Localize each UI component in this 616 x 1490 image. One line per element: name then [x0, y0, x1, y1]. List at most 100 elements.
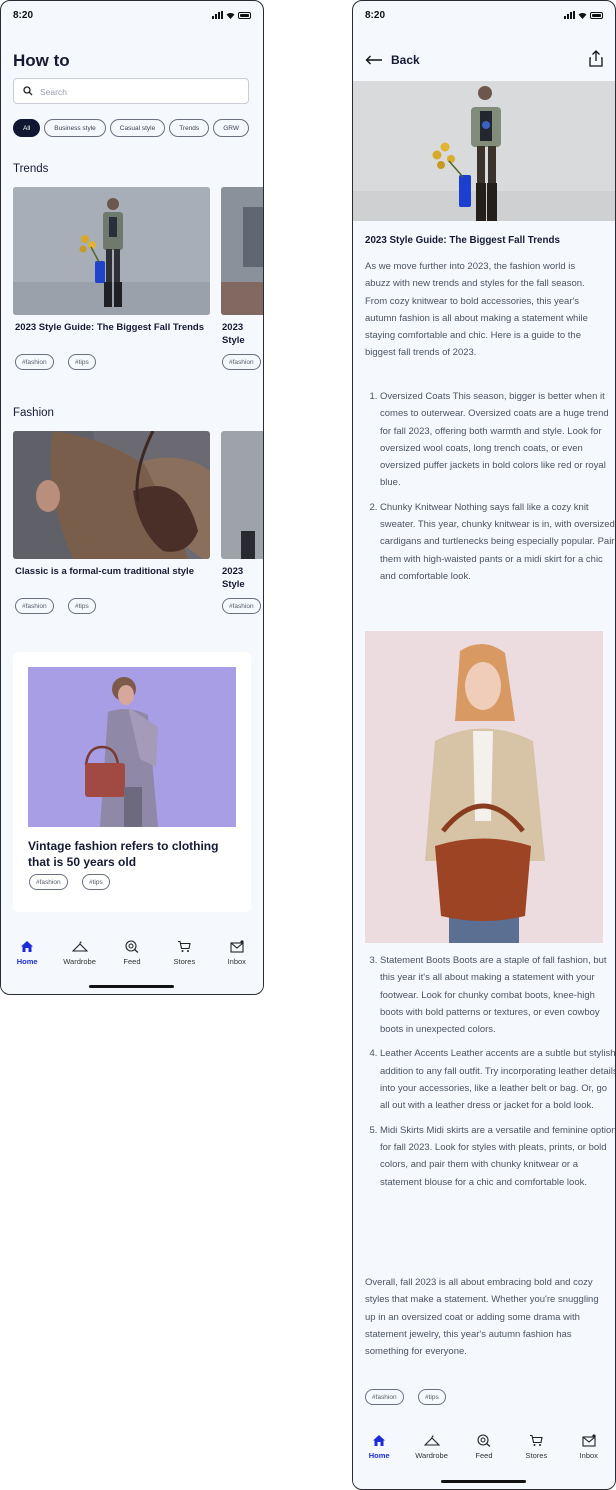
- bottom-nav: Home Wardrobe Feed Stores Inbox: [1, 932, 263, 992]
- trend-list-1: Oversized Coats This season, bigger is b…: [365, 388, 615, 592]
- wifi-icon: [226, 13, 235, 19]
- nav-wardrobe[interactable]: Wardrobe: [55, 932, 105, 992]
- status-bar: 8:20: [353, 1, 615, 31]
- hanger-icon: [423, 1435, 440, 1446]
- list-item: Statement Boots Boots are a staple of fa…: [380, 952, 615, 1038]
- back-label: Back: [391, 53, 420, 67]
- tag-fashion[interactable]: #fashion: [222, 598, 261, 614]
- article-outro: Overall, fall 2023 is all about embracin…: [365, 1277, 599, 1358]
- search-input[interactable]: [38, 83, 242, 101]
- boots-photo-partial: [221, 431, 263, 559]
- nav-feed-label: Feed: [475, 1451, 493, 1460]
- tag-fashion[interactable]: #fashion: [29, 874, 68, 890]
- tag-tips[interactable]: #tips: [82, 874, 110, 890]
- home-indicator: [441, 1480, 526, 1483]
- wifi-icon: [578, 13, 587, 19]
- section-heading-fashion: Fashion: [13, 407, 54, 419]
- nav-feed[interactable]: Feed: [459, 1426, 509, 1486]
- tag-tips[interactable]: #tips: [68, 598, 96, 614]
- coat-and-bag-photo: [13, 431, 210, 559]
- tag-tips[interactable]: #tips: [68, 354, 96, 370]
- trend-card-title-2[interactable]: 2023 Style Guide: The Biggest Fall Trend…: [222, 322, 263, 348]
- list-item: Chunky Knitwear Nothing says fall like a…: [380, 499, 615, 585]
- filter-chips: All Business style Casual style Trends G…: [13, 119, 249, 137]
- battery-icon: [590, 12, 603, 19]
- model-photo-partial: [221, 187, 263, 315]
- nav-home-label: Home: [16, 957, 38, 966]
- article-inline-image: [365, 631, 603, 943]
- home-icon: [21, 941, 34, 952]
- feed-icon: [125, 940, 139, 953]
- model-with-handbag-photo: [365, 631, 603, 943]
- inbox-icon: [582, 1434, 596, 1447]
- fashion-card-image-2[interactable]: [221, 431, 263, 559]
- tag-fashion[interactable]: #fashion: [15, 354, 54, 370]
- nav-stores-label: Stores: [173, 957, 196, 966]
- nav-inbox[interactable]: Inbox: [212, 932, 262, 992]
- nav-wardrobe[interactable]: Wardrobe: [407, 1426, 457, 1486]
- trend-list-2: Statement Boots Boots are a staple of fa…: [365, 952, 615, 1198]
- signal-icon: [212, 11, 223, 19]
- nav-home-label: Home: [368, 1451, 390, 1460]
- list-item: Leather Accents Leather accents are a su…: [380, 1045, 615, 1114]
- search-icon: [23, 86, 33, 96]
- chip-casual-style[interactable]: Casual style: [109, 119, 166, 137]
- list-item: Midi Skirts Midi skirts are a versatile …: [380, 1122, 615, 1191]
- nav-stores[interactable]: Stores: [511, 1426, 561, 1486]
- inbox-icon: [230, 940, 244, 953]
- hanger-icon: [71, 941, 88, 952]
- nav-wardrobe-label: Wardrobe: [63, 957, 96, 966]
- fashion-card-title[interactable]: Classic is a formal-cum traditional styl…: [15, 566, 210, 579]
- nav-inbox[interactable]: Inbox: [564, 1426, 614, 1486]
- home-indicator: [89, 985, 174, 988]
- chip-all[interactable]: All: [13, 119, 41, 137]
- chip-grw[interactable]: GRW: [213, 119, 249, 137]
- section-heading-trends: Trends: [13, 163, 49, 175]
- nav-home[interactable]: Home: [2, 932, 52, 992]
- status-bar: 8:20: [1, 1, 263, 31]
- nav-wardrobe-label: Wardrobe: [415, 1451, 448, 1460]
- trend-card-title[interactable]: 2023 Style Guide: The Biggest Fall Trend…: [15, 322, 205, 335]
- feature-card-title[interactable]: Vintage fashion refers to clothing that …: [28, 839, 243, 870]
- bottom-nav: Home Wardrobe Feed Stores Inbox: [353, 1426, 615, 1486]
- tag-fashion[interactable]: #fashion: [15, 598, 54, 614]
- chip-trends[interactable]: Trends: [169, 119, 210, 137]
- phone-screen-article: 8:20 Back 2023 Style Guide: The Biggest …: [352, 0, 616, 1490]
- chip-business-style[interactable]: Business style: [44, 119, 106, 137]
- status-time: 8:20: [365, 10, 386, 21]
- trend-card-image-2[interactable]: [221, 187, 263, 315]
- article-intro: As we move further into 2023, the fashio…: [365, 261, 588, 359]
- nav-home[interactable]: Home: [354, 1426, 404, 1486]
- article-title: 2023 Style Guide: The Biggest Fall Trend…: [365, 235, 560, 246]
- back-button[interactable]: Back: [365, 53, 420, 67]
- tag-fashion[interactable]: #fashion: [365, 1389, 404, 1405]
- list-item: Oversized Coats This season, bigger is b…: [380, 388, 615, 492]
- nav-inbox-label: Inbox: [579, 1451, 598, 1460]
- model-with-sunflowers-photo: [353, 81, 615, 221]
- tag-tips[interactable]: #tips: [418, 1389, 446, 1405]
- tag-fashion[interactable]: #fashion: [222, 354, 261, 370]
- cart-icon: [530, 1434, 544, 1446]
- signal-icon: [564, 11, 575, 19]
- model-with-sunflowers-photo: [13, 187, 210, 315]
- battery-icon: [238, 12, 251, 19]
- status-time: 8:20: [13, 10, 34, 21]
- fashion-card-image[interactable]: [13, 431, 210, 559]
- nav-stores[interactable]: Stores: [159, 932, 209, 992]
- vintage-model-photo: [28, 667, 236, 827]
- nav-feed[interactable]: Feed: [107, 932, 157, 992]
- search-box[interactable]: [13, 78, 249, 104]
- nav-feed-label: Feed: [123, 957, 141, 966]
- feed-icon: [477, 1434, 491, 1447]
- nav-inbox-label: Inbox: [227, 957, 246, 966]
- feature-card-image[interactable]: [28, 667, 236, 827]
- phone-screen-how-to: 8:20 How to All Business style Casual st…: [0, 0, 264, 995]
- nav-stores-label: Stores: [525, 1451, 548, 1460]
- page-title: How to: [13, 51, 70, 70]
- home-icon: [373, 1435, 386, 1446]
- article-hero-image: [353, 81, 615, 221]
- share-icon[interactable]: [589, 50, 603, 67]
- trend-card-image[interactable]: [13, 187, 210, 315]
- arrow-left-icon: [365, 55, 382, 65]
- fashion-card-title-2[interactable]: 2023 Style Guide: The Biggest Fall Trend…: [222, 566, 263, 592]
